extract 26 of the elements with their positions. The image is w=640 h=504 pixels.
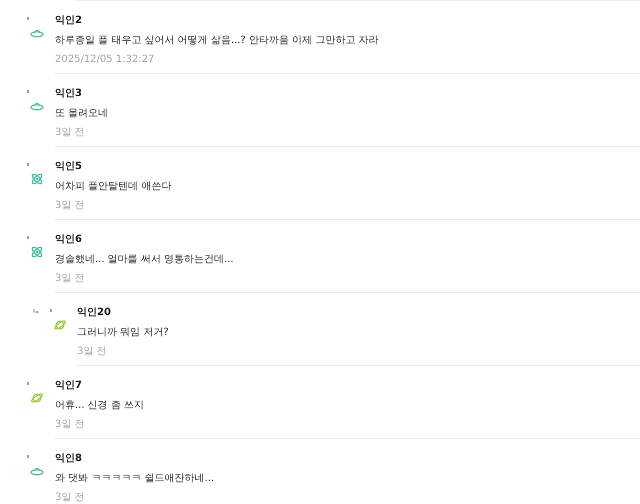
- atom-icon: [30, 172, 44, 186]
- comment-text: 경솔했네... 얼마를 써서 영통하는건데...: [55, 253, 235, 267]
- comment-text: 하루종일 플 태우고 싶어서 어떻게 삶음...? 안타까움 이제 그만하고 자라: [55, 34, 380, 48]
- comment-time: 2025/12/05 1:32:27: [55, 53, 156, 67]
- comment-time: 3일 전: [77, 345, 108, 359]
- comment-text: 어차피 플안탈텐데 애쓴다: [55, 180, 172, 194]
- reply-arrow-icon: [33, 309, 39, 314]
- author-name: 익인5: [55, 160, 83, 174]
- comment-text: 어휴... 신경 좀 쓰지: [55, 399, 146, 413]
- comment-time: 3일 전: [55, 199, 86, 213]
- author-name: 익인8: [55, 452, 83, 466]
- atom-icon: [30, 245, 44, 259]
- author-name: 익인7: [55, 379, 83, 393]
- comment-text: 그러니까 뭐임 저거?: [77, 326, 170, 340]
- comment-time: 3일 전: [55, 126, 86, 140]
- author-name: 익인2: [55, 14, 83, 28]
- planet-icon: [30, 391, 44, 405]
- planet-icon: [53, 318, 67, 332]
- author-name: 익인20: [77, 306, 112, 320]
- author-name: 익인3: [55, 87, 83, 101]
- comment-time: 3일 전: [55, 491, 86, 504]
- comment-time: 3일 전: [55, 272, 86, 286]
- comment-time: 3일 전: [55, 418, 86, 432]
- author-name: 익인6: [55, 233, 83, 247]
- comment-text: 또 몰려오네: [55, 107, 110, 121]
- comment-text: 와 댓봐 ㅋㅋㅋㅋㅋ 쉴드애잔하네...: [55, 472, 216, 486]
